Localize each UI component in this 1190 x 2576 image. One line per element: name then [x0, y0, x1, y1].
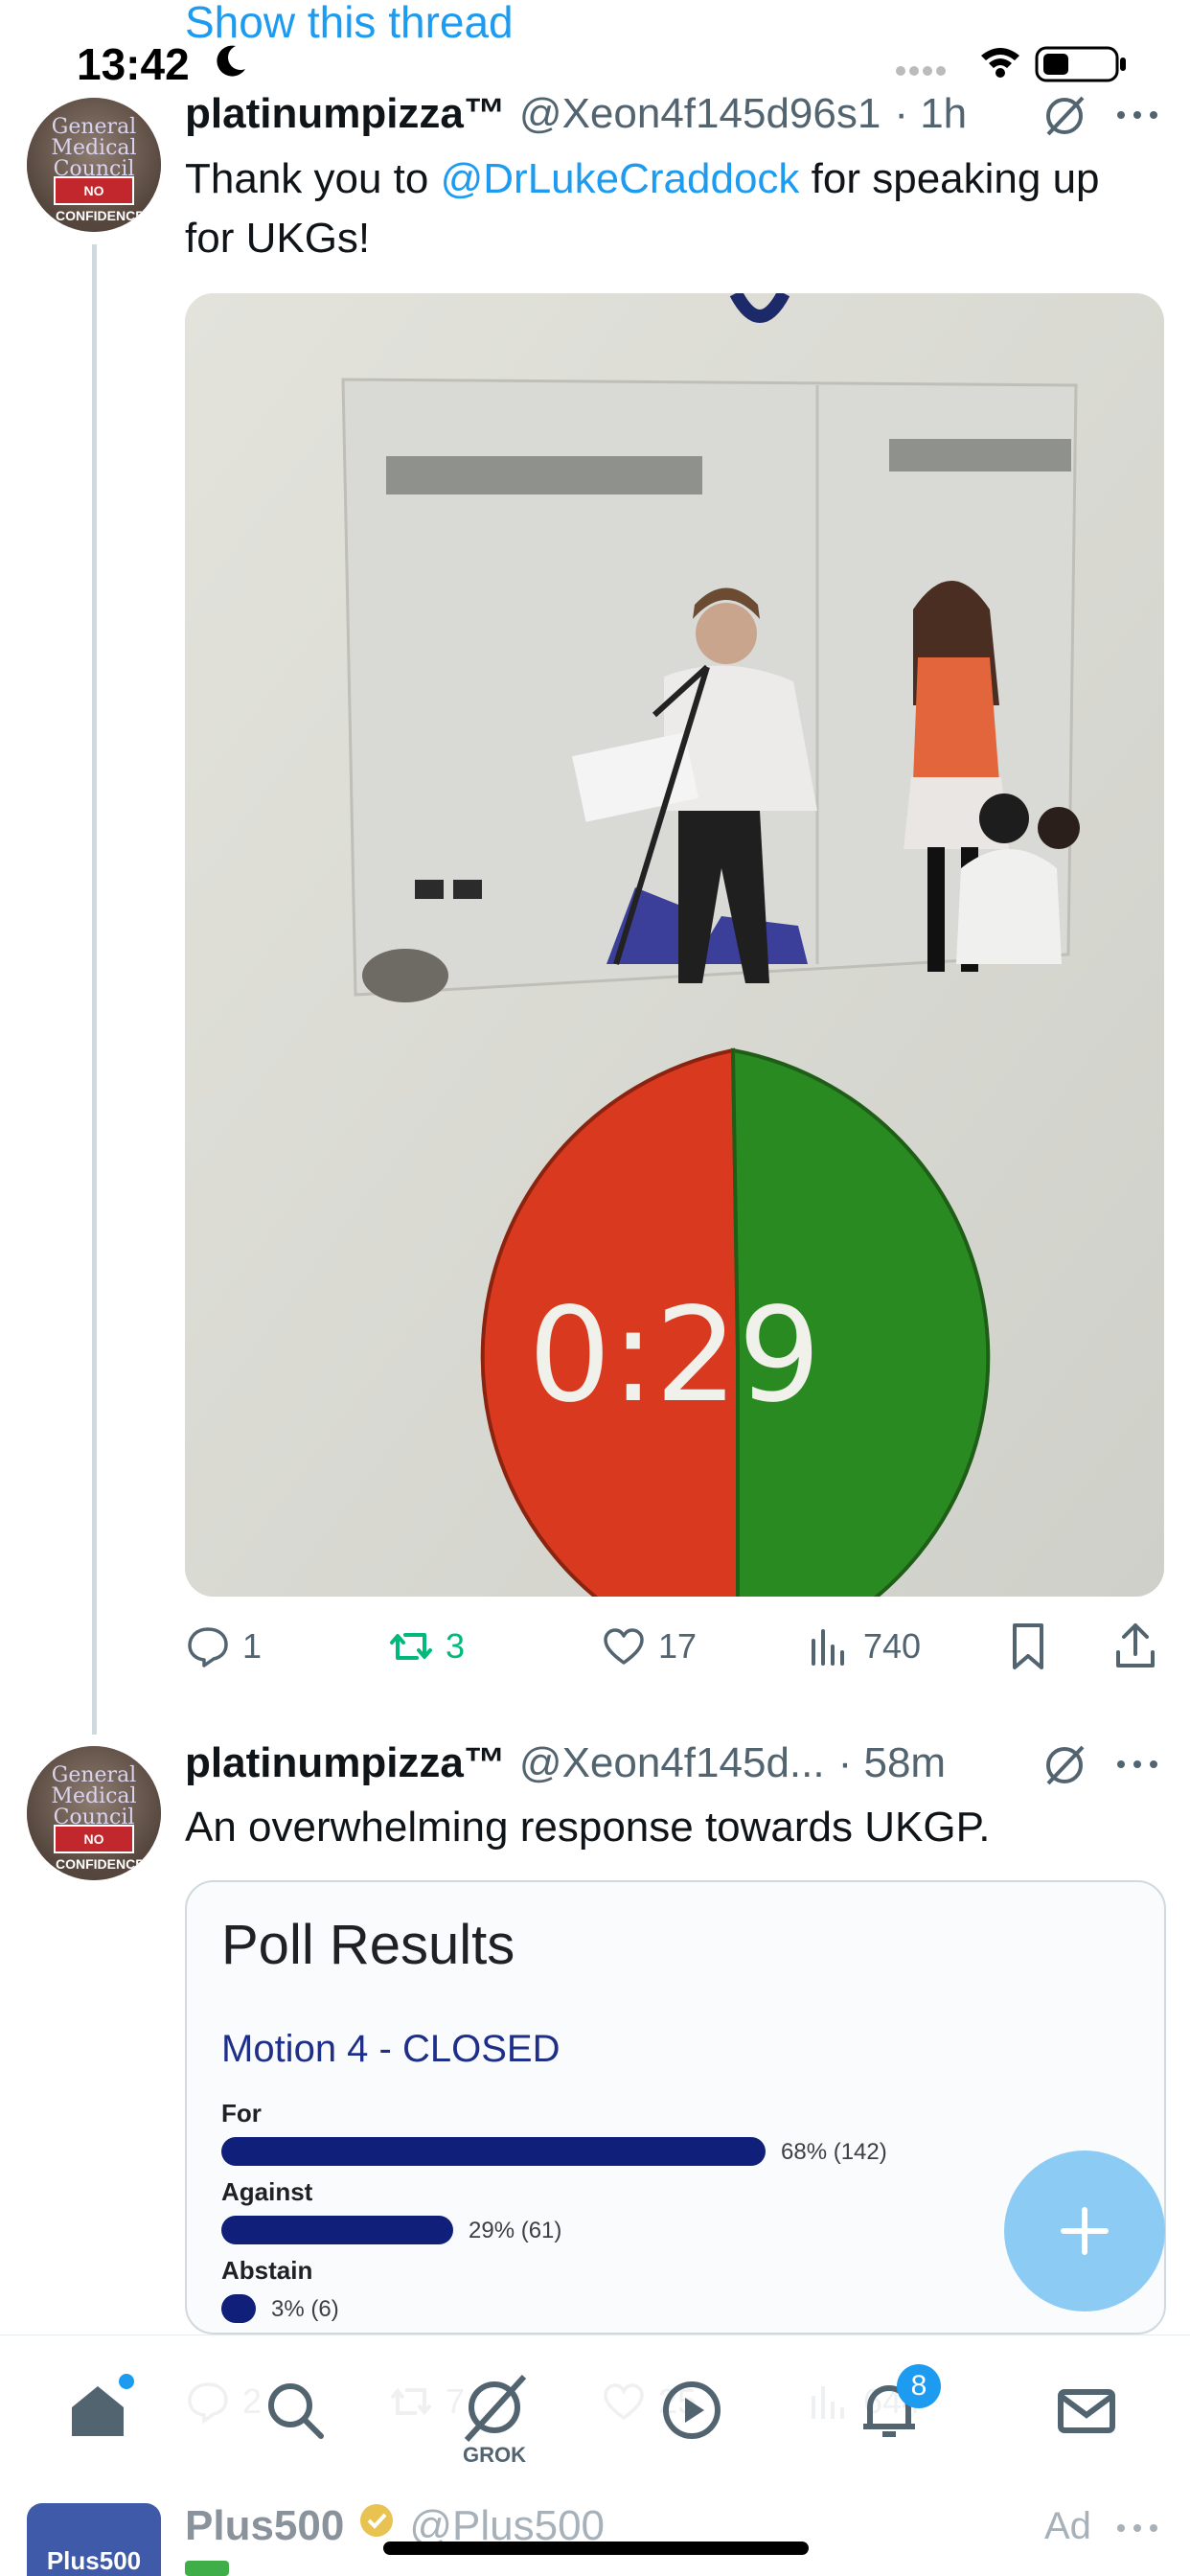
- tweet-header: platinumpizza™ @Xeon4f145d96s1 · 1h: [185, 90, 967, 138]
- reply-icon: [188, 1627, 228, 1668]
- cellular-signal-icon: [896, 66, 946, 76]
- avatar-text: General: [51, 1763, 137, 1787]
- nav-grok[interactable]: [456, 2372, 533, 2449]
- avatar-text: Medical: [51, 1784, 137, 1808]
- ad-logo: Plus500: [27, 2503, 161, 2576]
- poll-option-label: Against: [221, 2177, 313, 2206]
- status-time: 13:42: [77, 39, 190, 89]
- reply-button[interactable]: 1: [185, 1620, 262, 1673]
- reply-count: 1: [242, 1626, 263, 1666]
- heart-icon: [604, 1628, 644, 1665]
- plus-icon: [1061, 2207, 1109, 2255]
- tweet-media-image[interactable]: 0:29: [185, 293, 1164, 1597]
- like-button[interactable]: 17: [601, 1620, 697, 1673]
- grok-icon: [464, 2374, 527, 2443]
- nav-search[interactable]: [257, 2372, 333, 2449]
- grok-icon[interactable]: [1041, 1741, 1088, 1789]
- show-thread-link[interactable]: Show this thread: [185, 0, 514, 48]
- more-options-icon[interactable]: [1113, 1753, 1161, 1776]
- more-options-icon[interactable]: [1113, 104, 1161, 126]
- avatar-flag: NO CONFIDENCE: [54, 176, 145, 223]
- home-indicator: [383, 2542, 809, 2555]
- tweet-timestamp[interactable]: · 58m: [838, 1739, 946, 1787]
- tweet-header: platinumpizza™ @Xeon4f145d... · 58m: [185, 1739, 946, 1787]
- share-icon[interactable]: [1112, 1620, 1158, 1673]
- like-count: 17: [658, 1626, 698, 1666]
- bottom-navigation: GROK 8: [0, 2334, 1190, 2508]
- moon-icon: [217, 45, 245, 77]
- more-options-icon[interactable]: [1113, 2517, 1161, 2540]
- thread-connector-line: [92, 244, 97, 1735]
- tweet-actions: 1 3 17 740: [185, 1620, 1164, 1673]
- avatar-flag: NO CONFIDENCE: [54, 1825, 145, 1872]
- tweet-text-part: Thank you to: [185, 155, 441, 202]
- display-name[interactable]: platinumpizza™: [185, 90, 506, 138]
- poll-option-bar: [221, 2294, 256, 2323]
- nav-video[interactable]: [653, 2372, 730, 2449]
- view-count: 740: [863, 1626, 922, 1666]
- play-icon: [663, 2381, 721, 2439]
- poll-option-label: Abstain: [221, 2256, 313, 2285]
- tweet-timestamp[interactable]: · 1h: [894, 90, 967, 138]
- user-handle[interactable]: @Xeon4f145d...: [519, 1739, 825, 1787]
- ad-name[interactable]: Plus500: [185, 2502, 344, 2550]
- bookmark-icon[interactable]: [1005, 1620, 1051, 1673]
- mention-link[interactable]: @DrLukeCraddock: [441, 155, 800, 202]
- verified-badge-icon: [360, 2504, 394, 2537]
- poll-option-value: 29% (61): [469, 2218, 562, 2243]
- avatar[interactable]: General Medical Council NO CONFIDENCE: [27, 98, 161, 232]
- poll-option-value: 3% (6): [271, 2296, 339, 2322]
- user-handle[interactable]: @Xeon4f145d96s1: [519, 90, 881, 138]
- poll-option-bar: [221, 2137, 766, 2166]
- poll-title: Poll Results: [221, 1914, 515, 1976]
- tweet-text: An overwhelming response towards UKGP.: [185, 1804, 991, 1851]
- ad-label: Ad: [1044, 2505, 1091, 2547]
- poll-option-bar: [221, 2216, 453, 2244]
- tweet-text: Thank you to @DrLukeCraddock for speakin…: [185, 150, 1153, 268]
- notifications-badge: 8: [897, 2364, 941, 2408]
- poll-option-value: 68% (142): [781, 2139, 887, 2165]
- analytics-icon: [812, 1629, 844, 1666]
- promoted-tweet[interactable]: Plus500 Plus500 @Plus500 Ad: [0, 2492, 1190, 2576]
- avatar-text: General: [51, 115, 137, 139]
- nav-messages[interactable]: [1048, 2372, 1125, 2449]
- search-icon: [268, 2383, 324, 2439]
- repost-count: 3: [446, 1626, 466, 1666]
- timer-text: 0:29: [528, 1280, 821, 1432]
- nav-home[interactable]: [59, 2372, 136, 2449]
- battery-icon: [1035, 46, 1126, 82]
- display-name[interactable]: platinumpizza™: [185, 1739, 506, 1787]
- nav-notifications[interactable]: 8: [851, 2364, 941, 2449]
- home-unread-dot: [119, 2374, 134, 2389]
- views-button[interactable]: 740: [806, 1620, 921, 1673]
- mail-icon: [1058, 2389, 1115, 2433]
- wifi-icon: [981, 48, 1019, 78]
- grok-icon[interactable]: [1041, 92, 1088, 140]
- nav-grok-label: GROK: [463, 2443, 526, 2467]
- poll-motion: Motion 4 - CLOSED: [221, 2028, 561, 2070]
- status-icons: [896, 46, 1126, 82]
- repost-icon: [390, 1633, 432, 1660]
- avatar[interactable]: General Medical Council NO CONFIDENCE: [27, 1746, 161, 1880]
- poll-option-label: For: [221, 2099, 262, 2128]
- check-emoji-icon: [185, 2561, 229, 2576]
- compose-button[interactable]: [1004, 2150, 1165, 2312]
- avatar-text: Medical: [51, 136, 137, 160]
- repost-button[interactable]: 3: [388, 1620, 465, 1673]
